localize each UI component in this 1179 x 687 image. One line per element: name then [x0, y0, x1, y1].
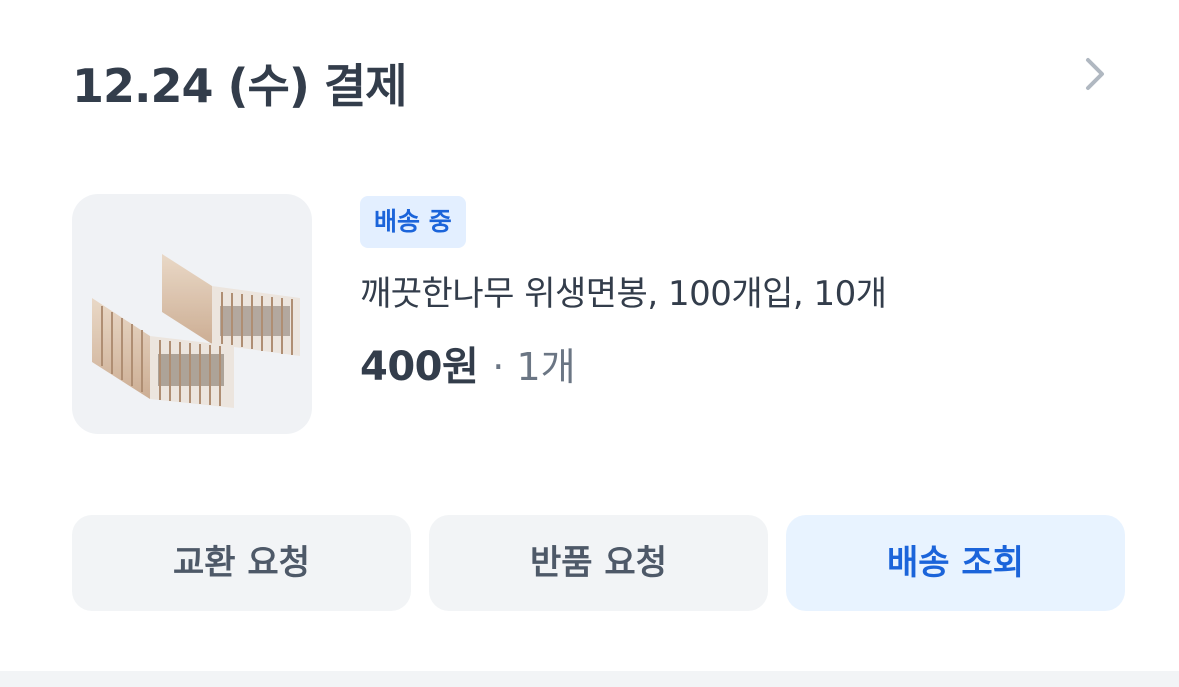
- section-divider: [0, 671, 1179, 687]
- chevron-right-icon[interactable]: [1076, 54, 1112, 94]
- track-delivery-button[interactable]: 배송 조회: [786, 515, 1125, 611]
- exchange-request-button[interactable]: 교환 요청: [72, 515, 411, 611]
- order-actions: 교환 요청 반품 요청 배송 조회: [72, 515, 1125, 611]
- price-row: 400원 · 1개: [360, 334, 576, 392]
- return-request-button[interactable]: 반품 요청: [429, 515, 768, 611]
- order-header[interactable]: 12.24 (수) 결제: [72, 44, 1112, 116]
- product-name[interactable]: 깨끗한나무 위생면봉, 100개입, 10개: [360, 266, 887, 315]
- cotton-swab-product-image: [92, 254, 300, 408]
- product-thumbnail[interactable]: [72, 194, 312, 434]
- order-date-title: 12.24 (수) 결제: [72, 59, 408, 113]
- product-quantity: · 1개: [492, 345, 576, 389]
- status-badge: 배송 중: [360, 196, 466, 248]
- order-card: 12.24 (수) 결제 배송 중 깨끗한나무 위생면봉, 100개입, 10개…: [0, 0, 1179, 671]
- product-row[interactable]: 배송 중 깨끗한나무 위생면봉, 100개입, 10개 400원 · 1개: [72, 194, 1112, 434]
- product-price: 400원: [360, 344, 479, 390]
